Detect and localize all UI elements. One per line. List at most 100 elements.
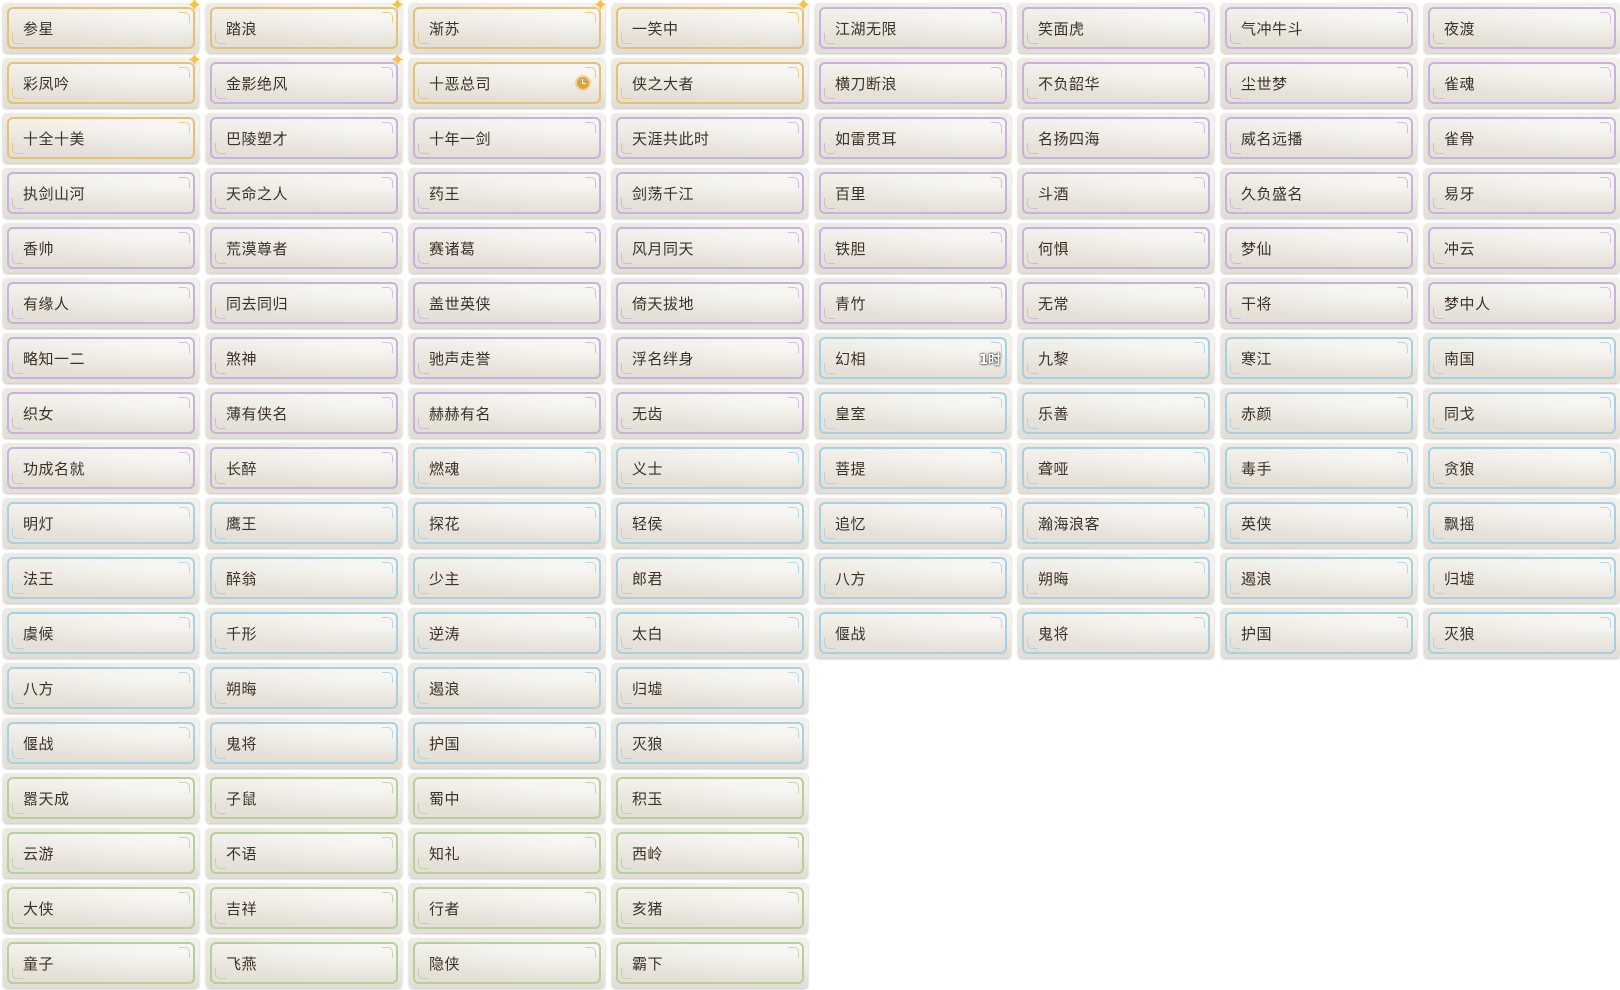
title-tile[interactable]: 久负盛名 bbox=[1221, 168, 1417, 218]
title-tile[interactable]: 无常 bbox=[1018, 278, 1214, 328]
title-tile[interactable]: 侠之大者 bbox=[612, 58, 808, 108]
title-tile[interactable]: 天命之人 bbox=[206, 168, 402, 218]
title-tile[interactable]: 醉翁 bbox=[206, 553, 402, 603]
title-tile[interactable]: 威名远播 bbox=[1221, 113, 1417, 163]
title-tile[interactable]: 雀魂 bbox=[1424, 58, 1620, 108]
title-tile[interactable]: 同戈 bbox=[1424, 388, 1620, 438]
title-tile[interactable]: 寒江 bbox=[1221, 333, 1417, 383]
title-tile[interactable]: 香帅 bbox=[3, 223, 199, 273]
title-tile[interactable]: 略知一二 bbox=[3, 333, 199, 383]
title-tile[interactable]: 九黎 bbox=[1018, 333, 1214, 383]
title-tile[interactable]: 铁胆 bbox=[815, 223, 1011, 273]
title-tile[interactable]: 护国 bbox=[1221, 608, 1417, 658]
title-tile[interactable]: 踏浪 ✦ bbox=[206, 0, 405, 53]
title-tile[interactable]: 飘摇 bbox=[1424, 498, 1620, 548]
title-tile[interactable]: 鬼将 bbox=[206, 718, 402, 768]
title-tile[interactable]: 千形 bbox=[206, 608, 402, 658]
title-tile[interactable]: 梦中人 bbox=[1424, 278, 1620, 328]
title-tile[interactable]: 赤颜 bbox=[1221, 388, 1417, 438]
title-tile[interactable]: 大侠 bbox=[3, 883, 199, 933]
title-tile[interactable]: 归墟 bbox=[612, 663, 808, 713]
title-tile[interactable]: 不负韶华 bbox=[1018, 58, 1214, 108]
title-tile[interactable]: 赫赫有名 bbox=[409, 388, 605, 438]
title-tile[interactable]: 荒漠尊者 bbox=[206, 223, 402, 273]
title-tile[interactable]: 薄有侠名 bbox=[206, 388, 402, 438]
title-tile[interactable]: 如雷贯耳 bbox=[815, 113, 1011, 163]
title-tile[interactable]: 尘世梦 bbox=[1221, 58, 1417, 108]
title-tile[interactable]: 英侠 bbox=[1221, 498, 1417, 548]
title-tile[interactable]: 百里 bbox=[815, 168, 1011, 218]
title-tile[interactable]: 幻相 1时 bbox=[815, 333, 1011, 383]
title-tile[interactable]: 无齿 bbox=[612, 388, 808, 438]
title-tile[interactable]: 同去同归 bbox=[206, 278, 402, 328]
title-tile[interactable]: 雀骨 bbox=[1424, 113, 1620, 163]
title-tile[interactable]: 偃战 bbox=[815, 608, 1011, 658]
title-tile[interactable]: 归墟 bbox=[1424, 553, 1620, 603]
title-tile[interactable]: 长醉 bbox=[206, 443, 402, 493]
title-tile[interactable]: 鹰王 bbox=[206, 498, 402, 548]
title-tile[interactable]: 煞神 bbox=[206, 333, 402, 383]
title-tile[interactable]: 瀚海浪客 bbox=[1018, 498, 1214, 548]
title-tile[interactable]: 云游 bbox=[3, 828, 199, 878]
title-tile[interactable]: 探花 bbox=[409, 498, 605, 548]
title-tile[interactable]: 菩提 bbox=[815, 443, 1011, 493]
title-tile[interactable]: 青竹 bbox=[815, 278, 1011, 328]
title-tile[interactable]: 金影绝风 ✦ bbox=[206, 52, 405, 108]
title-tile[interactable]: 皇室 bbox=[815, 388, 1011, 438]
title-tile[interactable]: 燃魂 bbox=[409, 443, 605, 493]
title-tile[interactable]: 灭狼 bbox=[612, 718, 808, 768]
title-tile[interactable]: 嚣天成 bbox=[3, 773, 199, 823]
title-tile[interactable]: 虞候 bbox=[3, 608, 199, 658]
title-tile[interactable]: 霸下 bbox=[612, 938, 808, 988]
title-tile[interactable]: 功成名就 bbox=[3, 443, 199, 493]
title-tile[interactable]: 蜀中 bbox=[409, 773, 605, 823]
title-tile[interactable]: 明灯 bbox=[3, 498, 199, 548]
title-tile[interactable]: 盖世英侠 bbox=[409, 278, 605, 328]
title-tile[interactable]: 浮名绊身 bbox=[612, 333, 808, 383]
title-tile[interactable]: 灭狼 bbox=[1424, 608, 1620, 658]
title-tile[interactable]: 太白 bbox=[612, 608, 808, 658]
title-tile[interactable]: 织女 bbox=[3, 388, 199, 438]
title-tile[interactable]: 轻侯 bbox=[612, 498, 808, 548]
title-tile[interactable]: 干将 bbox=[1221, 278, 1417, 328]
title-tile[interactable]: 巴陵塑才 bbox=[206, 113, 402, 163]
title-tile[interactable]: 聋哑 bbox=[1018, 443, 1214, 493]
title-tile[interactable]: 子鼠 bbox=[206, 773, 402, 823]
title-tile[interactable]: 童子 bbox=[3, 938, 199, 988]
title-tile[interactable]: 南国 bbox=[1424, 333, 1620, 383]
title-tile[interactable]: 十恶总司 bbox=[409, 58, 605, 108]
title-tile[interactable]: 八方 bbox=[815, 553, 1011, 603]
title-tile[interactable]: 倚天拔地 bbox=[612, 278, 808, 328]
title-tile[interactable]: 遏浪 bbox=[409, 663, 605, 713]
title-tile[interactable]: 横刀断浪 bbox=[815, 58, 1011, 108]
title-tile[interactable]: 剑荡千江 bbox=[612, 168, 808, 218]
title-tile[interactable]: 少主 bbox=[409, 553, 605, 603]
title-tile[interactable]: 吉祥 bbox=[206, 883, 402, 933]
title-tile[interactable]: 隐侠 bbox=[409, 938, 605, 988]
title-tile[interactable]: 知礼 bbox=[409, 828, 605, 878]
title-tile[interactable]: 追忆 bbox=[815, 498, 1011, 548]
title-tile[interactable]: 梦仙 bbox=[1221, 223, 1417, 273]
title-tile[interactable]: 飞燕 bbox=[206, 938, 402, 988]
title-tile[interactable]: 行者 bbox=[409, 883, 605, 933]
title-tile[interactable]: 义士 bbox=[612, 443, 808, 493]
title-tile[interactable]: 何惧 bbox=[1018, 223, 1214, 273]
title-tile[interactable]: 郎君 bbox=[612, 553, 808, 603]
title-tile[interactable]: 易牙 bbox=[1424, 168, 1620, 218]
title-tile[interactable]: 执剑山河 bbox=[3, 168, 199, 218]
title-tile[interactable]: 鬼将 bbox=[1018, 608, 1214, 658]
title-tile[interactable]: 法王 bbox=[3, 553, 199, 603]
title-tile[interactable]: 十全十美 bbox=[3, 113, 199, 163]
title-tile[interactable]: 贪狼 bbox=[1424, 443, 1620, 493]
title-tile[interactable]: 赛诸葛 bbox=[409, 223, 605, 273]
title-tile[interactable]: 名扬四海 bbox=[1018, 113, 1214, 163]
title-tile[interactable]: 驰声走誉 bbox=[409, 333, 605, 383]
title-tile[interactable]: 天涯共此时 bbox=[612, 113, 808, 163]
title-tile[interactable]: 气冲牛斗 bbox=[1221, 3, 1417, 53]
title-tile[interactable]: 渐苏 ✦ bbox=[409, 0, 608, 53]
title-tile[interactable]: 亥猪 bbox=[612, 883, 808, 933]
title-tile[interactable]: 八方 bbox=[3, 663, 199, 713]
title-tile[interactable]: 有缘人 bbox=[3, 278, 199, 328]
title-tile[interactable]: 朔晦 bbox=[1018, 553, 1214, 603]
title-tile[interactable]: 斗酒 bbox=[1018, 168, 1214, 218]
